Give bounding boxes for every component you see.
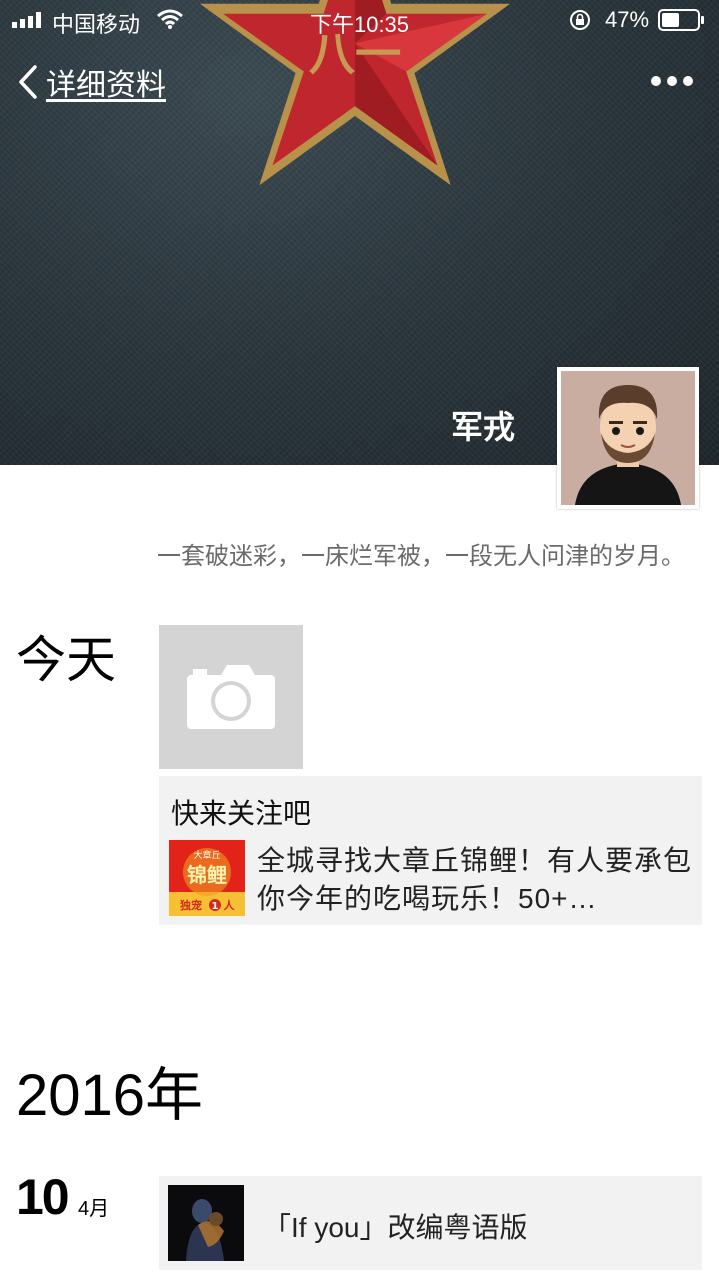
battery-percent: 47% bbox=[605, 7, 650, 32]
status-bar: 中国移动 下午10:35 47% bbox=[0, 0, 719, 40]
entry-month: 4月 bbox=[78, 1198, 110, 1220]
camera-icon bbox=[187, 665, 275, 729]
back-button[interactable]: 详细资料 bbox=[18, 60, 166, 104]
thumb-count-text: 1 bbox=[212, 901, 219, 912]
rotation-lock-icon bbox=[570, 10, 590, 30]
shared-article-card[interactable]: 快来关注吧 大章丘 锦鲤 独宠 1 人 全城寻找大章丘锦鲤！有人要承包你今年的吃… bbox=[159, 776, 702, 925]
year-label: 2016年 bbox=[16, 1063, 204, 1128]
thumb-main-text: 锦鲤 bbox=[187, 863, 227, 887]
back-chevron-icon bbox=[19, 65, 37, 99]
battery-icon bbox=[658, 9, 704, 31]
music-share-card[interactable]: 「If you」改编粤语版 bbox=[159, 1176, 702, 1270]
music-thumbnail bbox=[168, 1185, 244, 1261]
thumb-bottom-text: 独宠 bbox=[179, 898, 202, 912]
back-label: 详细资料 bbox=[46, 69, 166, 102]
thumb-top-text: 大章丘 bbox=[193, 849, 220, 861]
share-description: 全城寻找大章丘锦鲤！有人要承包你今年的吃喝玩乐！50+… bbox=[257, 845, 693, 914]
today-label: 今天 bbox=[16, 632, 116, 688]
profile-signature: 一套破迷彩，一床烂军被，一段无人问津的岁月。 bbox=[157, 543, 685, 570]
share-title: 快来关注吧 bbox=[171, 798, 312, 829]
entry-day: 10 bbox=[16, 1169, 70, 1225]
profile-name: 军戎 bbox=[450, 409, 515, 445]
photo-placeholder[interactable] bbox=[159, 625, 303, 769]
avatar[interactable] bbox=[557, 367, 699, 509]
avatar-illustration bbox=[561, 371, 695, 505]
thumb-unit-text: 人 bbox=[224, 898, 236, 912]
music-title: 「If you」改编粤语版 bbox=[263, 1212, 528, 1243]
article-thumbnail: 大章丘 锦鲤 独宠 1 人 bbox=[169, 840, 245, 916]
more-icon[interactable] bbox=[650, 72, 694, 90]
